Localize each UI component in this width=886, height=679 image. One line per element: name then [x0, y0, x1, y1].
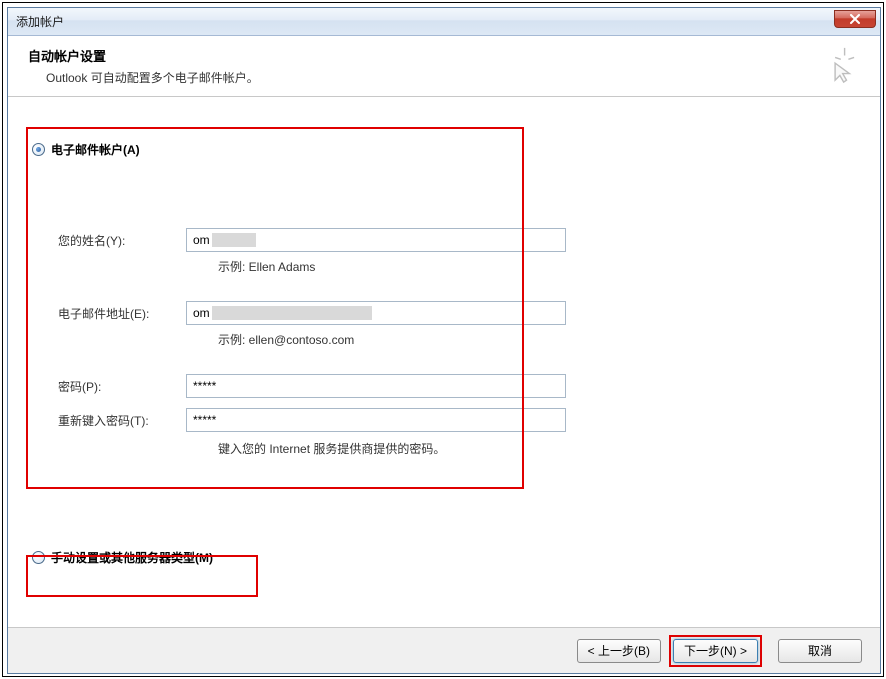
password-field[interactable]: [186, 374, 566, 398]
content-area: 电子邮件帐户(A) 您的姓名(Y): om 示例: Ellen Adams 电子…: [8, 97, 880, 627]
cancel-button[interactable]: 取消: [778, 639, 862, 663]
password-label: 密码(P):: [58, 378, 186, 395]
redacted-text: [212, 233, 256, 247]
title-bar: 添加帐户: [8, 8, 880, 36]
page-subtitle: Outlook 可自动配置多个电子邮件帐户。: [28, 69, 818, 86]
close-button[interactable]: [834, 10, 876, 28]
radio-label: 手动设置或其他服务器类型(M): [51, 549, 213, 566]
email-example: 示例: ellen@contoso.com: [58, 331, 862, 348]
window-title: 添加帐户: [16, 13, 64, 30]
cursor-sparkle-icon: [818, 46, 856, 84]
name-label: 您的姓名(Y):: [58, 232, 186, 249]
wizard-header: 自动帐户设置 Outlook 可自动配置多个电子邮件帐户。: [8, 36, 880, 97]
radio-label: 电子邮件帐户(A): [51, 141, 140, 158]
wizard-footer: < 上一步(B) 下一步(N) > 取消: [8, 627, 880, 673]
email-field[interactable]: om: [186, 301, 566, 325]
radio-input[interactable]: [32, 551, 45, 564]
annotation-highlight-box: 下一步(N) >: [669, 635, 762, 667]
add-account-dialog: 添加帐户 自动帐户设置 Outlook 可自动配置多个电子邮件帐户。: [7, 7, 881, 674]
back-button[interactable]: < 上一步(B): [577, 639, 661, 663]
radio-input[interactable]: [32, 143, 45, 156]
radio-email-account[interactable]: 电子邮件帐户(A): [26, 141, 862, 158]
email-label: 电子邮件地址(E):: [58, 305, 186, 322]
page-title: 自动帐户设置: [28, 46, 818, 65]
name-field[interactable]: om: [186, 228, 566, 252]
retype-password-label: 重新键入密码(T):: [58, 412, 186, 429]
redacted-text: [212, 306, 372, 320]
password-hint: 键入您的 Internet 服务提供商提供的密码。: [58, 440, 862, 457]
name-example: 示例: Ellen Adams: [58, 258, 862, 275]
close-icon: [849, 14, 861, 24]
radio-manual-setup[interactable]: 手动设置或其他服务器类型(M): [26, 549, 862, 566]
next-button[interactable]: 下一步(N) >: [673, 639, 758, 663]
retype-password-field[interactable]: [186, 408, 566, 432]
